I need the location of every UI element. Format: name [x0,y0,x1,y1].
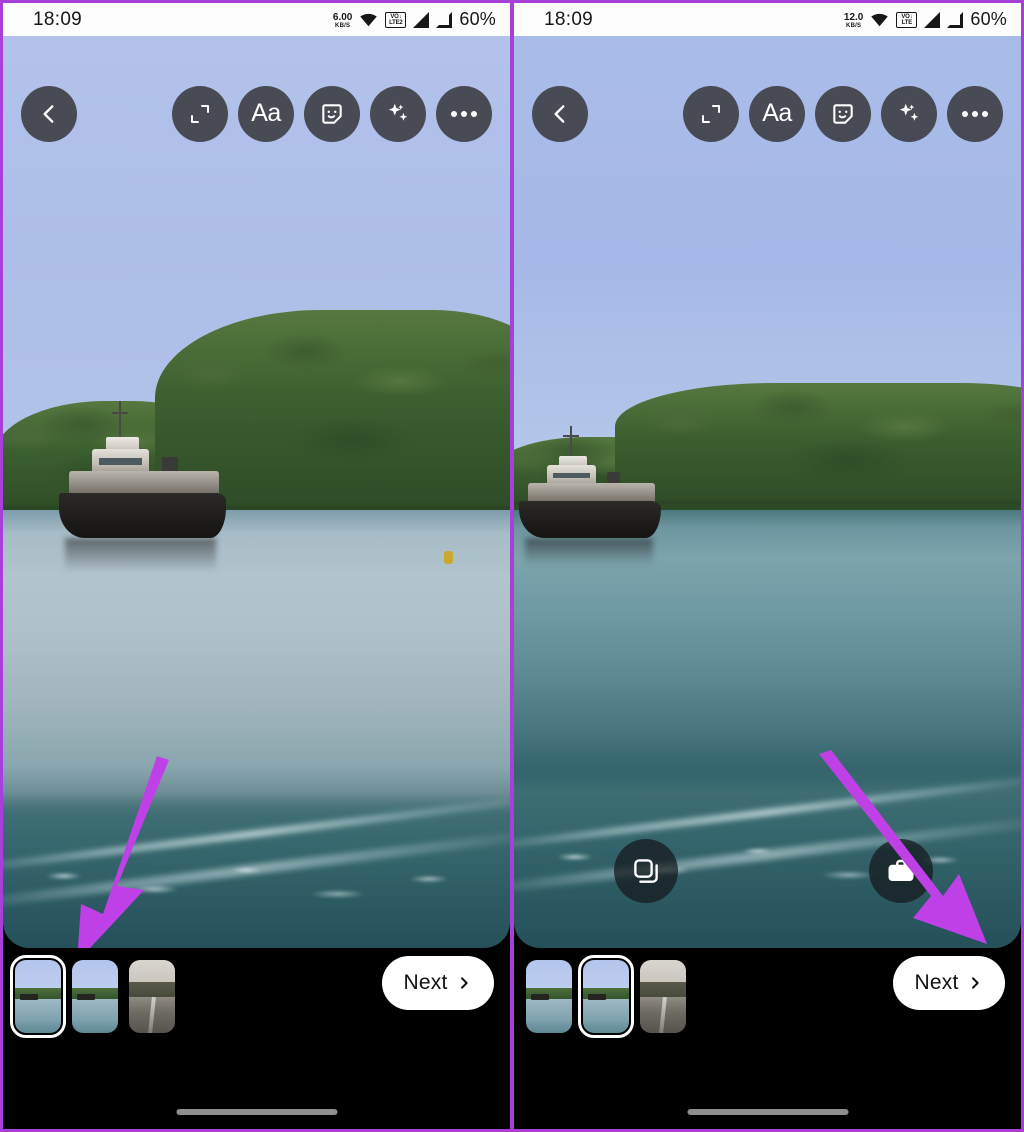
next-button-label: Next [403,971,448,994]
more-options-icon [451,111,477,117]
toolbar-actions: Aa [683,86,1003,142]
text-tool-icon: Aa [762,98,792,127]
next-button-label: Next [914,971,959,994]
signal-bars-icon-2 [436,11,453,28]
chevron-right-icon [461,977,469,989]
back-button[interactable] [532,86,588,142]
text-tool-icon: Aa [251,98,281,127]
sticker-button[interactable] [815,86,871,142]
battery-percentage: 60% [459,9,496,29]
chevron-left-icon [43,105,54,123]
signal-bars-icon-2 [947,11,964,28]
signal-bars-icon-1 [924,11,941,28]
toolbar-actions: Aa [172,86,492,142]
thumbnail-strip[interactable] [10,955,175,1038]
network-speed-indicator: 12.0 KB/S [843,11,864,29]
status-icons: 6.00 KB/S VO↓ LTE2 60% [333,9,496,30]
effects-sparkle-icon [899,103,919,121]
toolbox-icon [888,859,914,881]
crop-resize-icon [702,105,720,123]
story-photo [514,36,1021,948]
more-options-button[interactable] [436,86,492,142]
phone-screen-left: 18:09 6.00 KB/S VO↓ LTE2 60% Aa Next [0,0,512,1132]
status-time: 18:09 [33,8,83,30]
signal-bars-icon-1 [413,11,430,28]
bottom-bar: Next [514,948,1021,1129]
thumbnail-1[interactable] [10,955,66,1038]
chevron-right-icon [972,977,980,989]
boat-subject [519,425,662,566]
chevron-left-icon [554,105,565,123]
thumbnail-3[interactable] [640,960,686,1033]
battery-percentage: 60% [970,9,1007,29]
more-options-button[interactable] [947,86,1003,142]
boat-subject [58,401,227,572]
thumbnail-1[interactable] [526,960,572,1033]
thumbnail-3[interactable] [129,960,175,1033]
sticker-icon [322,104,342,124]
story-canvas[interactable]: Aa [514,36,1021,948]
crop-resize-icon [191,105,209,123]
network-speed-unit: KB/S [846,22,862,29]
editor-toolbar: Aa [3,83,510,145]
status-bar: 18:09 6.00 KB/S VO↓ LTE2 60% [3,3,510,36]
toolbox-button[interactable] [869,839,933,903]
effects-sparkle-icon [388,103,408,121]
thumbnail-strip[interactable] [526,955,686,1038]
story-photo [3,36,510,948]
layers-squares-icon [634,859,658,883]
crop-resize-button[interactable] [172,86,228,142]
network-speed-value: 12.0 [843,11,864,23]
story-canvas[interactable]: Aa [3,36,510,948]
sticker-icon [833,104,853,124]
text-tool-button[interactable]: Aa [749,86,805,142]
network-speed-value: 6.00 [332,11,353,23]
gesture-bar[interactable] [687,1109,848,1115]
text-tool-button[interactable]: Aa [238,86,294,142]
status-icons: 12.0 KB/S VO↓ LTE 60% [844,9,1007,30]
thumbnail-2[interactable] [72,960,118,1033]
back-button[interactable] [21,86,77,142]
bottom-bar: Next [3,948,510,1129]
gesture-bar[interactable] [176,1109,337,1115]
effects-button[interactable] [881,86,937,142]
more-options-icon [962,111,988,117]
phone-screen-right: 18:09 12.0 KB/S VO↓ LTE 60% Aa Next [512,0,1024,1132]
wifi-icon [871,13,889,27]
next-button[interactable]: Next [382,956,494,1010]
next-button[interactable]: Next [893,956,1005,1010]
volte-icon: VO↓ LTE2 [385,11,407,28]
sticker-button[interactable] [304,86,360,142]
effects-button[interactable] [370,86,426,142]
screenshot-pair: 18:09 6.00 KB/S VO↓ LTE2 60% Aa Next 18:… [0,0,1024,1132]
status-bar: 18:09 12.0 KB/S VO↓ LTE 60% [514,3,1021,36]
thumbnail-2[interactable] [578,955,634,1038]
network-speed-unit: KB/S [335,22,351,29]
crop-resize-button[interactable] [683,86,739,142]
volte-icon: VO↓ LTE [896,11,918,28]
wifi-icon [360,13,378,27]
layers-button[interactable] [614,839,678,903]
network-speed-indicator: 6.00 KB/S [332,11,353,29]
status-time: 18:09 [544,8,594,30]
editor-toolbar: Aa [514,83,1021,145]
